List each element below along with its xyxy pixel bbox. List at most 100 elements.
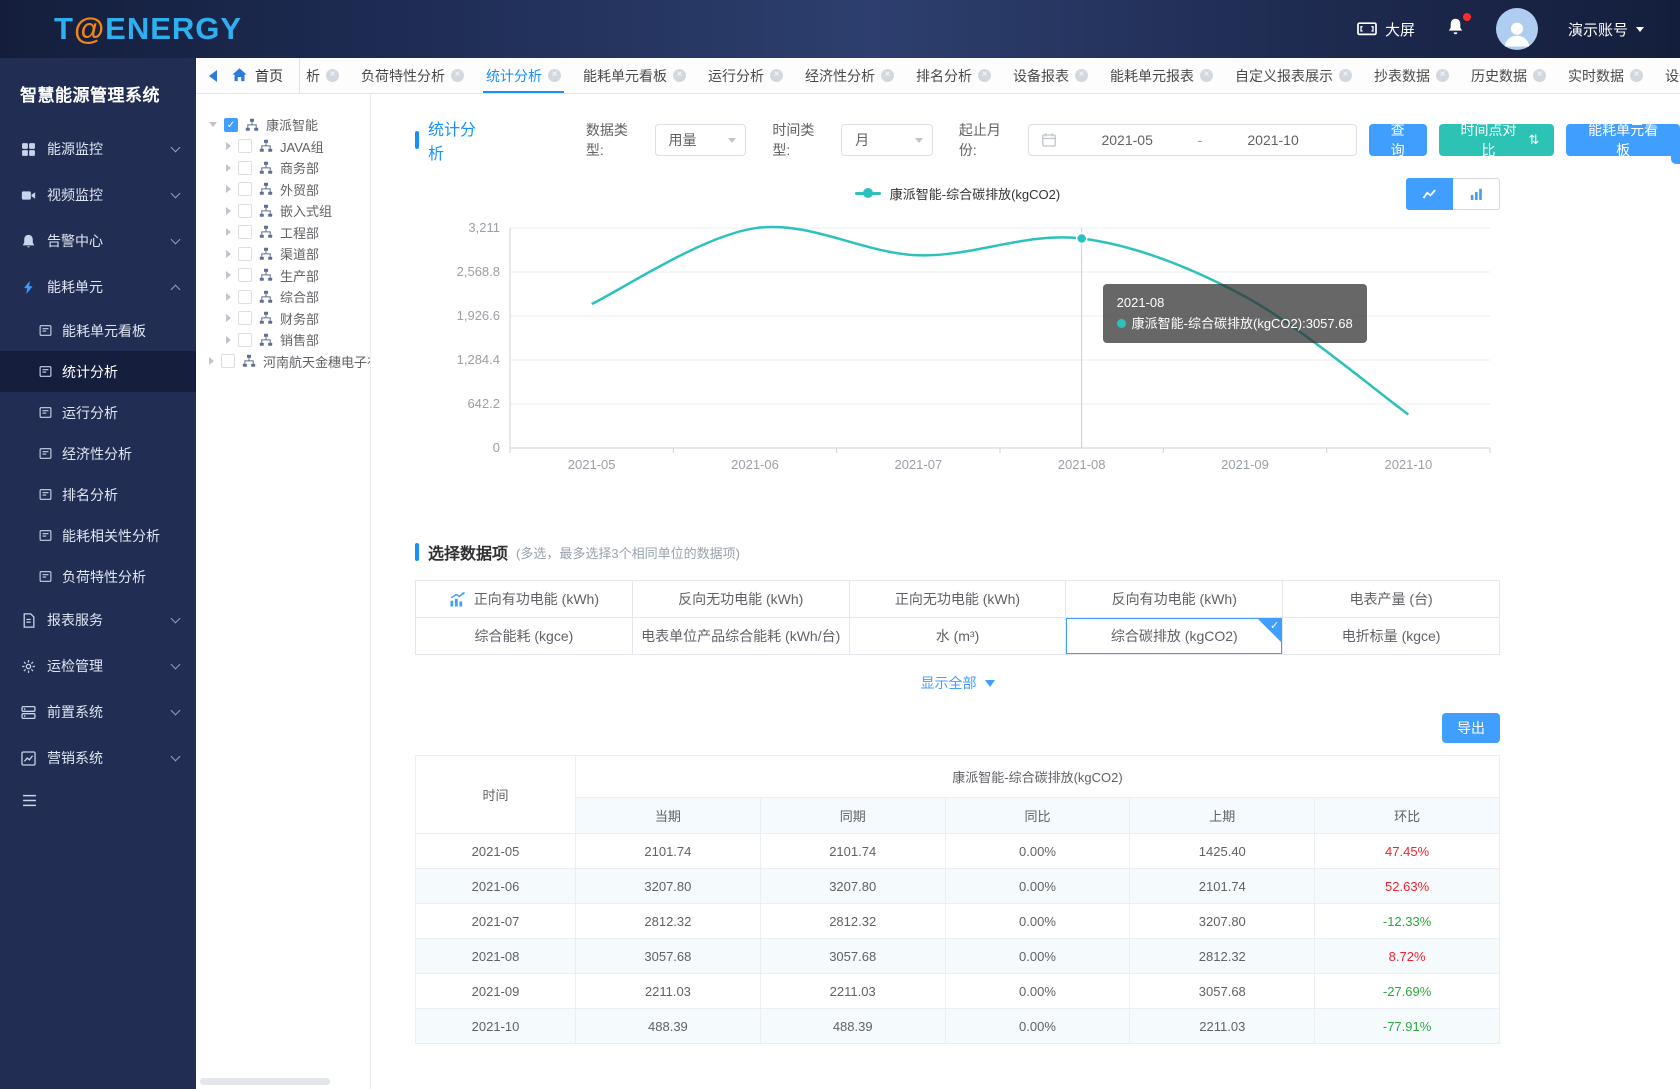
data-item-carbon-emission-selected[interactable]: 综合碳排放 (kgCO2)	[1066, 618, 1283, 655]
close-icon[interactable]	[1436, 69, 1449, 82]
query-button[interactable]: 查询	[1369, 124, 1427, 156]
caret-right-icon[interactable]	[226, 228, 231, 236]
legend-line-marker[interactable]	[855, 192, 881, 195]
data-type-select[interactable]: 用量	[655, 124, 747, 156]
data-item-forward-active-energy[interactable]: 正向有功电能 (kWh)	[416, 581, 633, 618]
close-icon[interactable]	[326, 69, 339, 82]
sidebar-item-energy-monitor[interactable]: 能源监控	[0, 126, 196, 172]
data-item-forward-reactive-energy[interactable]: 正向无功电能 (kWh)	[850, 581, 1067, 618]
sidebar-item-front-system[interactable]: 前置系统	[0, 689, 196, 735]
sidebar-item-video-monitor[interactable]: 视频监控	[0, 172, 196, 218]
sidebar-item-load-analysis[interactable]: 负荷特性分析	[0, 556, 196, 597]
caret-right-icon[interactable]	[226, 207, 231, 215]
sidebar-item-energy-unit-kanban[interactable]: 能耗单元看板	[0, 310, 196, 351]
sidebar-item-run-analysis[interactable]: 运行分析	[0, 392, 196, 433]
checkbox[interactable]	[238, 290, 252, 304]
data-item-coal-equivalent[interactable]: 电折标量 (kgce)	[1283, 618, 1500, 655]
tree-node[interactable]: 生产部	[209, 265, 370, 287]
close-icon[interactable]	[881, 69, 894, 82]
caret-right-icon[interactable]	[226, 293, 231, 301]
big-screen-button[interactable]: 大屏	[1357, 19, 1415, 40]
tab-load-analysis[interactable]: 负荷特性分析	[350, 58, 475, 93]
tab-ranking-analysis[interactable]: 排名分析	[905, 58, 1002, 93]
data-item-reverse-active-energy[interactable]: 反向有功电能 (kWh)	[1066, 581, 1283, 618]
time-point-compare-button[interactable]: 时间点对比 ⇅	[1439, 124, 1555, 156]
caret-right-icon[interactable]	[226, 142, 231, 150]
sidebar-item-ranking-analysis[interactable]: 排名分析	[0, 474, 196, 515]
data-item-unit-product-energy[interactable]: 电表单位产品综合能耗 (kWh/台)	[633, 618, 850, 655]
checkbox[interactable]	[221, 354, 235, 368]
data-item-meter-output[interactable]: 电表产量 (台)	[1283, 581, 1500, 618]
close-icon[interactable]	[1200, 69, 1213, 82]
sidebar-item-report-service[interactable]: 报表服务	[0, 597, 196, 643]
tab-history-data[interactable]: 历史数据	[1460, 58, 1557, 93]
tab-meter-data[interactable]: 抄表数据	[1363, 58, 1460, 93]
export-button[interactable]: 导出	[1442, 713, 1500, 743]
avatar[interactable]	[1496, 8, 1538, 50]
time-type-select[interactable]: 月	[841, 124, 933, 156]
checkbox[interactable]	[238, 268, 252, 282]
close-icon[interactable]	[673, 69, 686, 82]
tree-node[interactable]: 渠道部	[209, 243, 370, 265]
close-icon[interactable]	[451, 69, 464, 82]
caret-down-icon[interactable]	[209, 122, 217, 127]
checkbox[interactable]	[238, 247, 252, 261]
tree-node[interactable]: 外贸部	[209, 179, 370, 201]
tab-energy-unit-kanban[interactable]: 能耗单元看板	[572, 58, 697, 93]
checkbox-checked[interactable]	[224, 118, 238, 132]
tab-home[interactable]: 首页	[229, 58, 299, 93]
caret-right-icon[interactable]	[226, 314, 231, 322]
tabs-scroll-left-icon[interactable]	[209, 70, 217, 82]
month-range-picker[interactable]: 2021-05 - 2021-10	[1028, 124, 1357, 156]
checkbox[interactable]	[238, 161, 252, 175]
tree-node[interactable]: 工程部	[209, 222, 370, 244]
close-icon[interactable]	[548, 69, 561, 82]
tab-clipped[interactable]: 析	[300, 58, 350, 93]
sidebar-item-correlation-analysis[interactable]: 能耗相关性分析	[0, 515, 196, 556]
tree-node[interactable]: 销售部	[209, 329, 370, 351]
tab-realtime-data[interactable]: 实时数据	[1557, 58, 1654, 93]
close-icon[interactable]	[978, 69, 991, 82]
line-chart-toggle-button[interactable]	[1406, 178, 1453, 210]
tree-node[interactable]: 财务部	[209, 308, 370, 330]
tree-node[interactable]: 商务部	[209, 157, 370, 179]
sidebar-item-ops-management[interactable]: 运检管理	[0, 643, 196, 689]
caret-right-icon[interactable]	[209, 357, 214, 365]
checkbox[interactable]	[238, 311, 252, 325]
sidebar-item-energy-unit[interactable]: 能耗单元	[0, 264, 196, 310]
close-icon[interactable]	[1533, 69, 1546, 82]
checkbox[interactable]	[238, 333, 252, 347]
tab-custom-report[interactable]: 自定义报表展示	[1224, 58, 1363, 93]
tree-node[interactable]: 嵌入式组	[209, 200, 370, 222]
sidebar-item-economic-analysis[interactable]: 经济性分析	[0, 433, 196, 474]
tab-statistical-analysis[interactable]: 统计分析	[475, 58, 572, 93]
show-all-button[interactable]: 显示全部	[415, 673, 1500, 693]
data-item-comprehensive-energy[interactable]: 综合能耗 (kgce)	[416, 618, 633, 655]
checkbox[interactable]	[238, 225, 252, 239]
checkbox[interactable]	[238, 139, 252, 153]
tab-run-analysis[interactable]: 运行分析	[697, 58, 794, 93]
sidebar-item-statistical-analysis[interactable]: 统计分析	[0, 351, 196, 392]
caret-right-icon[interactable]	[226, 164, 231, 172]
horizontal-scrollbar[interactable]	[200, 1078, 330, 1085]
data-item-reverse-reactive-energy[interactable]: 反向无功电能 (kWh)	[633, 581, 850, 618]
bar-chart-toggle-button[interactable]	[1453, 178, 1500, 210]
sidebar-collapse-button[interactable]	[0, 781, 196, 813]
sidebar-item-alarm-center[interactable]: 告警中心	[0, 218, 196, 264]
tree-node-root[interactable]: 康派智能	[209, 114, 370, 136]
checkbox[interactable]	[238, 204, 252, 218]
caret-right-icon[interactable]	[226, 336, 231, 344]
line-chart[interactable]: 0642.21,284.41,926.62,568.83,2112021-052…	[415, 210, 1500, 482]
close-icon[interactable]	[1075, 69, 1088, 82]
caret-right-icon[interactable]	[226, 185, 231, 193]
sidebar-item-marketing-system[interactable]: 营销系统	[0, 735, 196, 781]
tab-energy-unit-report[interactable]: 能耗单元报表	[1099, 58, 1224, 93]
caret-right-icon[interactable]	[226, 250, 231, 258]
caret-right-icon[interactable]	[226, 271, 231, 279]
side-panel-handle[interactable]	[1671, 128, 1680, 164]
tree-node-sibling[interactable]: 河南航天金穗电子有	[209, 351, 370, 373]
close-icon[interactable]	[1630, 69, 1643, 82]
energy-unit-kanban-button[interactable]: 能耗单元看板	[1566, 124, 1680, 156]
data-item-water[interactable]: 水 (m³)	[850, 618, 1067, 655]
tree-node[interactable]: JAVA组	[209, 136, 370, 158]
